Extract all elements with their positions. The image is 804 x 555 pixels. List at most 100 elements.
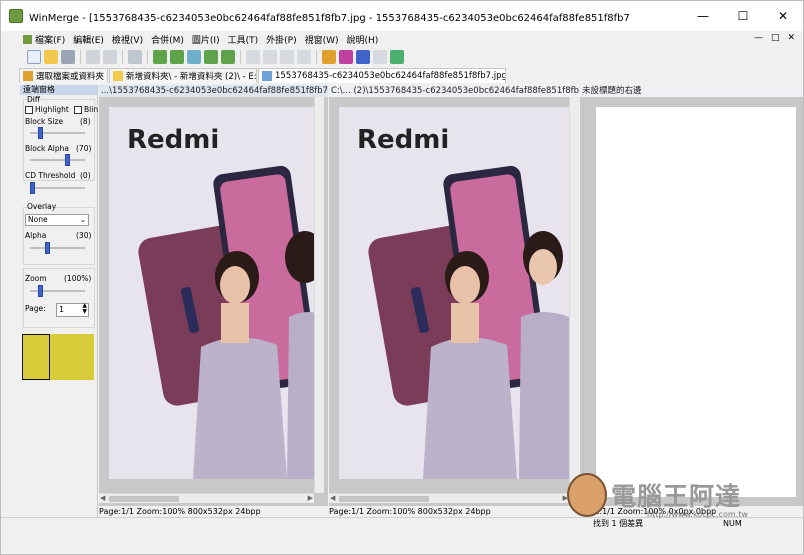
folder-open-icon — [23, 71, 33, 81]
window-title: WinMerge - [1553768435-c6234053e0bc62464… — [29, 12, 629, 24]
mdi-restore-button[interactable]: □ — [771, 33, 780, 43]
cd-threshold-slider[interactable] — [30, 182, 35, 194]
menu-label: 說明(H) — [346, 36, 379, 46]
checkbox-box[interactable] — [25, 106, 33, 114]
menu-file[interactable]: 檔案(F) — [1, 33, 69, 46]
left-vertical-scrollbar[interactable] — [314, 97, 324, 493]
blink-checkbox[interactable]: Blin — [74, 105, 98, 114]
scroll-left-icon[interactable]: ◀ — [100, 494, 105, 502]
open-icon[interactable] — [44, 50, 58, 64]
split-view-icon[interactable] — [373, 50, 387, 64]
toolbar-separator — [147, 50, 148, 64]
location-preview[interactable] — [22, 334, 94, 380]
scroll-left-icon[interactable]: ◀ — [330, 494, 335, 502]
image-compare-icon — [262, 71, 273, 81]
mdi-close-button[interactable]: ✕ — [787, 33, 795, 43]
middle-horizontal-scrollbar[interactable]: ◀ ▶ — [329, 493, 569, 503]
scroll-right-icon[interactable]: ▶ — [308, 494, 313, 502]
cd-threshold-label: CD Threshold — [25, 171, 76, 180]
menu-help[interactable]: 說明(H) — [343, 33, 383, 46]
alpha-slider-track[interactable] — [30, 247, 85, 249]
block-alpha-slider-track[interactable] — [30, 159, 85, 161]
toolbar-separator — [240, 50, 241, 64]
spin-arrows-icon[interactable]: ▲ ▼ — [82, 303, 87, 315]
options-icon[interactable] — [322, 50, 336, 64]
cd-threshold-slider-track[interactable] — [30, 187, 85, 189]
overlay-group-label: Overlay — [27, 202, 57, 211]
highlight-checkbox[interactable]: Highlight — [25, 105, 69, 114]
menu-view[interactable]: 檢視(V) — [108, 33, 147, 46]
menu-label: 工具(T) — [227, 36, 259, 46]
tab-folder-compare[interactable]: 新增資料夾\ - 新增資料夾 (2)\ - E:\ — [109, 68, 258, 83]
menu-merge[interactable]: 合併(M) — [147, 33, 188, 46]
left-image-photo — [138, 165, 314, 479]
overlay-select[interactable]: None ⌄ — [25, 214, 89, 226]
file-menu-icon — [23, 35, 32, 44]
left-horizontal-scrollbar[interactable]: ◀ ▶ — [99, 493, 314, 503]
compare-icon[interactable] — [339, 50, 353, 64]
middle-image-photo — [368, 165, 569, 479]
middle-image-pane: C:\... (2)\1553768435-c6234053e0bc62464f… — [329, 85, 579, 517]
current-diff-icon[interactable] — [187, 50, 201, 64]
menu-image[interactable]: 圖片(I) — [188, 33, 224, 46]
watermark-title: 電腦王阿達 — [611, 482, 742, 511]
menu-edit[interactable]: 編輯(E) — [69, 33, 108, 46]
block-alpha-slider[interactable] — [65, 154, 70, 166]
print-icon[interactable] — [128, 50, 142, 64]
zoom-slider[interactable] — [37, 285, 43, 297]
middle-image-canvas[interactable]: Redmi — [339, 107, 569, 479]
next-diff-icon[interactable] — [204, 50, 218, 64]
menu-label: 檢視(V) — [111, 36, 144, 46]
tab-label: 新增資料夾\ - 新增資料夾 (2)\ - E:\ — [126, 72, 258, 82]
location-pane-header: 遠端窗格 — [20, 85, 97, 95]
minimize-button[interactable]: — — [683, 1, 723, 31]
middle-pane-status: Page:1/1 Zoom:100% 800x532px 24bpp — [329, 506, 579, 517]
highlight-label: Highlight — [35, 105, 69, 114]
watermark-face-logo — [567, 473, 607, 517]
right-image-canvas[interactable] — [596, 107, 796, 497]
location-preview-viewport[interactable] — [22, 334, 50, 380]
menu-label: 圖片(I) — [191, 36, 220, 46]
block-size-value: (8) — [80, 117, 91, 126]
alpha-slider[interactable] — [45, 242, 50, 254]
prev-diff-icon[interactable] — [170, 50, 184, 64]
tab-select-files[interactable]: 選取檔案或資料夾 — [19, 68, 109, 83]
copy-all-left-icon[interactable] — [297, 50, 311, 64]
left-image-canvas[interactable]: Redmi — [109, 107, 314, 479]
winmerge-window: WinMerge - [1553768435-c6234053e0bc62464… — [0, 0, 804, 555]
block-size-slider[interactable] — [37, 127, 43, 139]
tab-image-compare[interactable]: 1553768435-c6234053e0bc62464faf88fe851f8… — [258, 68, 507, 83]
refresh-icon[interactable] — [356, 50, 370, 64]
left-pane-header: ...\1553768435-c6234053e0bc62464faf88fe8… — [99, 85, 328, 97]
middle-hscroll-thumb[interactable] — [339, 496, 429, 502]
close-button[interactable]: ✕ — [763, 1, 803, 31]
copy-right-icon[interactable] — [246, 50, 260, 64]
watermark: 電腦王阿達 http://www.kocpc.com.tw — [567, 469, 777, 529]
middle-vertical-scrollbar[interactable] — [569, 97, 579, 493]
checkbox-box[interactable] — [74, 106, 82, 114]
menu-tools[interactable]: 工具(T) — [224, 33, 263, 46]
new-icon[interactable] — [27, 50, 41, 64]
menu-plugins[interactable]: 外掛(P) — [262, 33, 300, 46]
page-spinner[interactable]: 1 ▲ ▼ — [56, 303, 89, 317]
save-icon[interactable] — [61, 50, 75, 64]
document-tabs: 選取檔案或資料夾 新增資料夾\ - 新增資料夾 (2)\ - E:\ 15537… — [1, 66, 803, 83]
menu-label: 視窗(W) — [304, 36, 339, 46]
zoom-label: Zoom — [25, 274, 47, 283]
rescan-icon[interactable] — [390, 50, 404, 64]
copy-left-icon[interactable] — [263, 50, 277, 64]
redo-icon[interactable] — [103, 50, 117, 64]
last-diff-icon[interactable] — [221, 50, 235, 64]
maximize-button[interactable]: ☐ — [723, 1, 763, 31]
page-spinner-value: 1 — [59, 305, 65, 314]
undo-icon[interactable] — [86, 50, 100, 64]
menu-window[interactable]: 視窗(W) — [301, 33, 343, 46]
toolbar-separator — [80, 50, 81, 64]
left-hscroll-thumb[interactable] — [109, 496, 179, 502]
page-label: Page: — [25, 304, 46, 313]
cd-threshold-value: (0) — [80, 171, 91, 180]
mdi-minimize-button[interactable]: — — [754, 33, 763, 43]
menu-label: 外掛(P) — [266, 36, 297, 46]
copy-all-right-icon[interactable] — [280, 50, 294, 64]
first-diff-icon[interactable] — [153, 50, 167, 64]
